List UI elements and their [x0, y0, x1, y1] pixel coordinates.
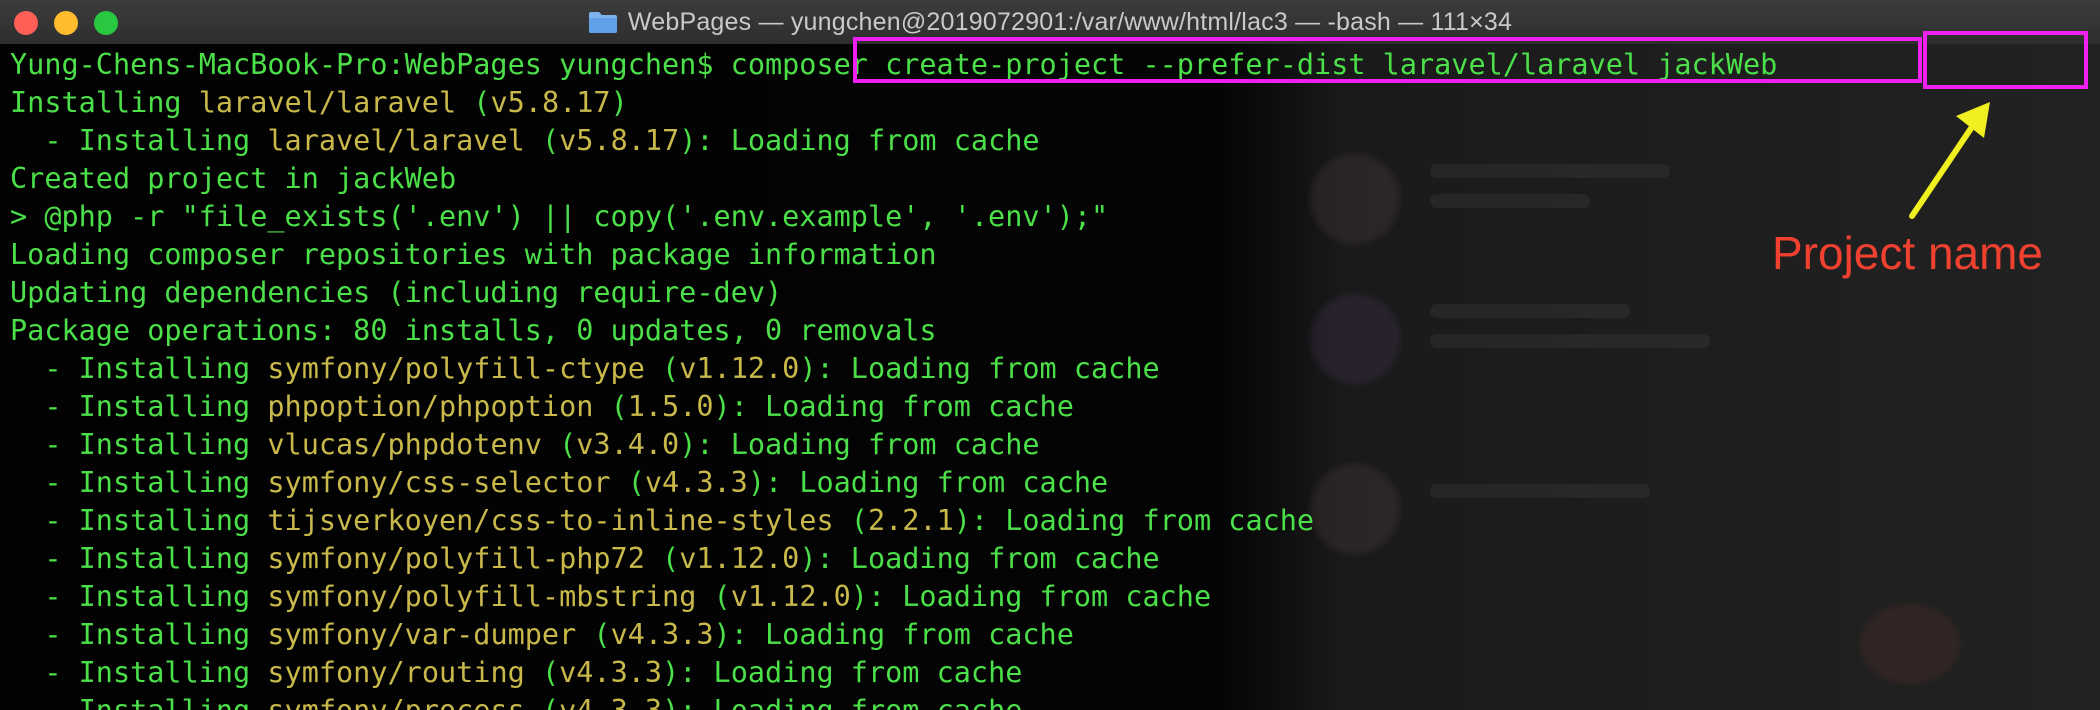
window-title: WebPages — yungchen@2019072901:/var/www/…: [627, 7, 1513, 36]
terminal-line: - Installing laravel/laravel (v5.8.17): …: [10, 122, 2100, 160]
terminal-segment: ): Loading from cache: [679, 124, 1040, 157]
terminal-segment: symfony/var-dumper: [267, 618, 577, 651]
project-name-highlight-box: [1923, 31, 2088, 89]
terminal-segment: v3.4.0: [576, 428, 680, 461]
terminal-text: Yung-Chens-MacBook-Pro:WebPages yungchen…: [10, 46, 2100, 710]
terminal-segment: ): Loading from cache: [662, 656, 1023, 689]
terminal-segment: ): Loading from cache: [799, 352, 1160, 385]
terminal-segment: - Installing: [10, 504, 268, 537]
terminal-segment: symfony/polyfill-php72: [267, 542, 645, 575]
terminal-segment: (: [644, 352, 680, 385]
terminal-line: - Installing symfony/polyfill-php72 (v1.…: [10, 540, 2100, 578]
terminal-segment: - Installing: [10, 694, 267, 710]
terminal-segment: - Installing: [10, 390, 268, 423]
terminal-segment: symfony/css-selector: [267, 466, 611, 499]
terminal-segment: (: [576, 618, 611, 651]
terminal-segment: (: [541, 428, 577, 461]
terminal-segment: v4.3.3: [559, 694, 662, 710]
terminal-segment: - Installing: [10, 656, 268, 689]
arrow-icon: [1909, 102, 1990, 219]
terminal-line: - Installing vlucas/phpdotenv (v3.4.0): …: [10, 426, 2100, 464]
terminal-segment: (: [456, 86, 491, 119]
terminal-line: Installing laravel/laravel (v5.8.17): [10, 84, 2100, 122]
terminal-segment: 2.2.1: [867, 504, 954, 537]
terminal-window: WebPages — yungchen@2019072901:/var/www/…: [0, 0, 2100, 710]
terminal-segment: laravel/laravel: [267, 124, 525, 157]
terminal-segment: ): Loading from cache: [662, 694, 1022, 710]
terminal-segment: v1.12.0: [679, 352, 800, 385]
terminal-segment: v4.3.3: [644, 466, 748, 499]
terminal-segment: symfony/polyfill-mbstring: [267, 580, 697, 613]
terminal-line: - Installing symfony/polyfill-ctype (v1.…: [10, 350, 2100, 388]
terminal-segment: (: [593, 390, 628, 423]
terminal-segment: - Installing: [10, 580, 268, 613]
terminal-segment: (: [610, 466, 645, 499]
terminal-segment: - Installing: [10, 352, 268, 385]
terminal-line: - Installing symfony/process (v4.3.3): L…: [10, 692, 2100, 710]
terminal-segment: - Installing: [10, 542, 268, 575]
project-name-label: Project name: [1772, 227, 2044, 279]
terminal-line: - Installing symfony/css-selector (v4.3.…: [10, 464, 2100, 502]
terminal-output[interactable]: Yung-Chens-MacBook-Pro:WebPages yungchen…: [0, 44, 2100, 710]
terminal-segment: ): Loading from cache: [799, 542, 1160, 575]
terminal-segment: ): Loading from cache: [713, 618, 1074, 651]
terminal-segment: (: [644, 542, 680, 575]
terminal-segment: ): Loading from cache: [747, 466, 1109, 499]
terminal-segment: (: [524, 124, 560, 157]
terminal-segment: ): Loading from cache: [679, 428, 1040, 461]
terminal-segment: Loading composer repositories with packa…: [10, 238, 937, 271]
terminal-segment: (: [525, 694, 559, 710]
terminal-segment: Created project in jackWeb: [10, 162, 457, 195]
terminal-segment: tijsverkoyen/css-to-inline-styles: [267, 504, 834, 537]
terminal-line: - Installing phpoption/phpoption (1.5.0)…: [10, 388, 2100, 426]
terminal-segment: v4.3.3: [559, 656, 663, 689]
terminal-segment: vlucas/phpdotenv: [267, 428, 542, 461]
terminal-segment: v1.12.0: [730, 580, 851, 613]
terminal-segment: (: [833, 504, 868, 537]
terminal-line: Package operations: 80 installs, 0 updat…: [10, 312, 2100, 350]
terminal-line: - Installing symfony/var-dumper (v4.3.3)…: [10, 616, 2100, 654]
terminal-segment: ): Loading from cache: [953, 504, 1315, 537]
terminal-segment: symfony/polyfill-ctype: [267, 352, 645, 385]
command-highlight-box: [853, 37, 1922, 83]
terminal-line: - Installing symfony/polyfill-mbstring (…: [10, 578, 2100, 616]
terminal-segment: Updating dependencies (including require…: [10, 276, 783, 309]
terminal-segment: > @php -r "file_exists('.env') || copy('…: [10, 200, 1109, 233]
terminal-segment: phpoption/phpoption: [267, 390, 594, 423]
terminal-segment: v5.8.17: [559, 124, 680, 157]
terminal-segment: symfony/routing: [267, 656, 525, 689]
terminal-segment: Installing: [10, 86, 199, 119]
terminal-segment: v4.3.3: [610, 618, 714, 651]
terminal-segment: ): Loading from cache: [850, 580, 1212, 613]
terminal-segment: (: [524, 656, 560, 689]
terminal-segment: - Installing: [10, 466, 268, 499]
terminal-line: - Installing symfony/routing (v4.3.3): L…: [10, 654, 2100, 692]
terminal-segment: symfony/process: [267, 694, 524, 710]
terminal-line: Created project in jackWeb: [10, 160, 2100, 198]
terminal-segment: - Installing: [10, 124, 268, 157]
terminal-segment: 1.5.0: [627, 390, 714, 423]
terminal-segment: Package operations: 80 installs, 0 updat…: [10, 314, 937, 347]
terminal-segment: - Installing: [10, 428, 268, 461]
terminal-segment: ): [610, 86, 628, 119]
folder-icon: [588, 12, 617, 33]
terminal-segment: - Installing: [10, 618, 268, 651]
terminal-segment: ): Loading from cache: [713, 390, 1074, 423]
terminal-segment: (: [696, 580, 731, 613]
terminal-segment: v1.12.0: [679, 542, 800, 575]
terminal-segment: v5.8.17: [490, 86, 611, 119]
terminal-segment: laravel/laravel: [198, 86, 457, 119]
terminal-line: - Installing tijsverkoyen/css-to-inline-…: [10, 502, 2100, 540]
